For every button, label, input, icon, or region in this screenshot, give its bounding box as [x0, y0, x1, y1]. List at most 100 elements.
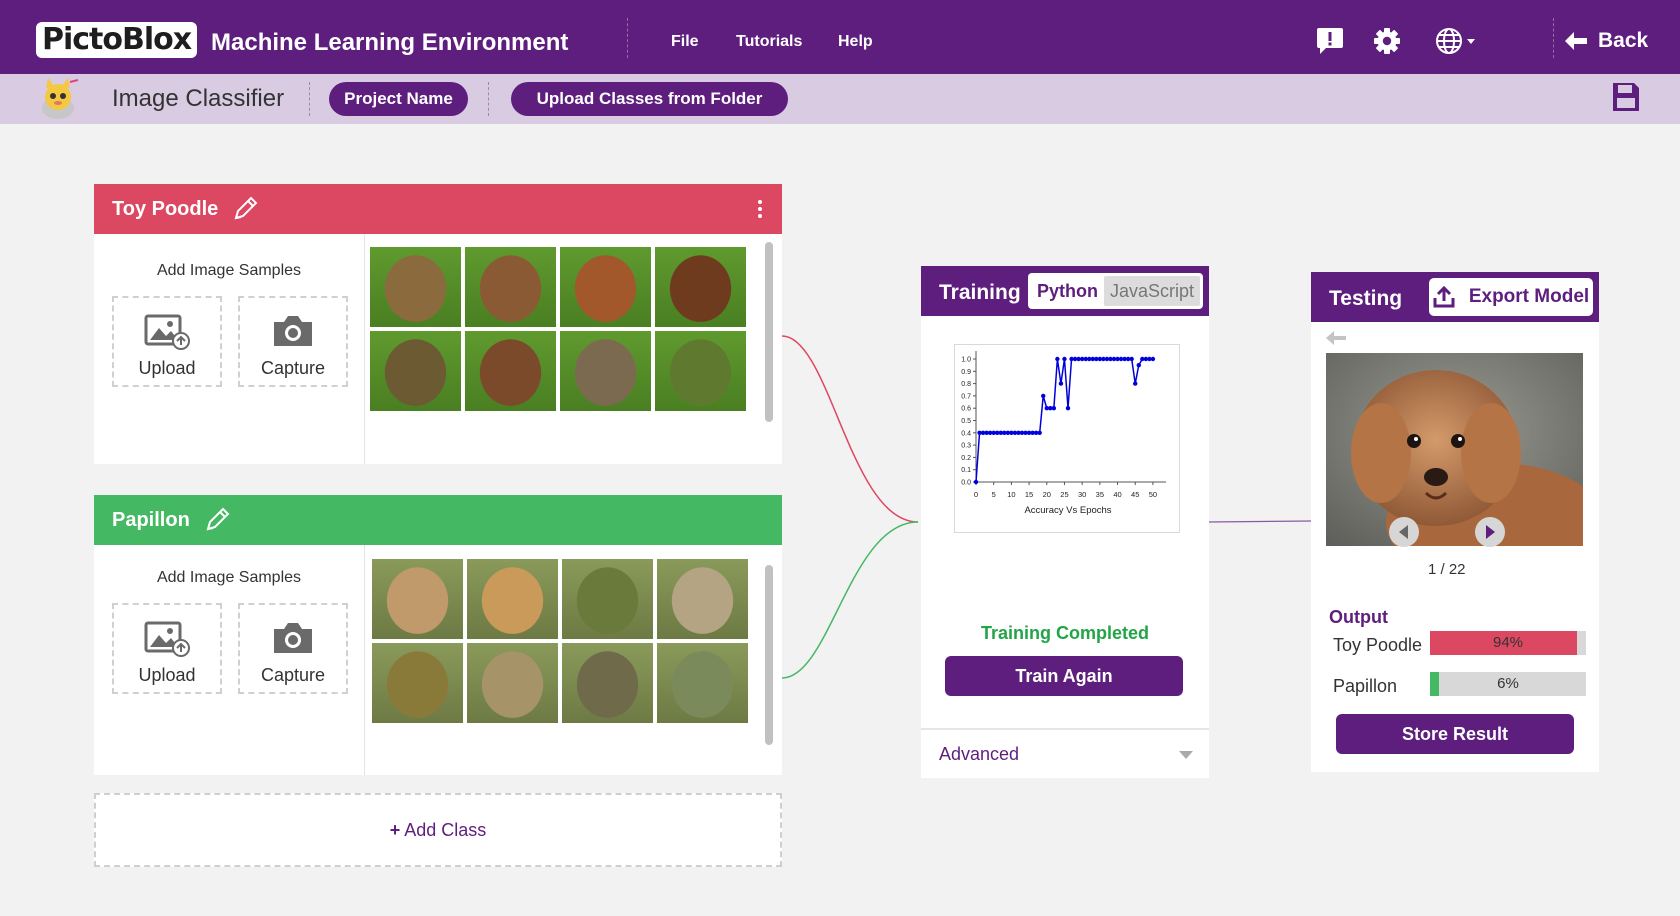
samples-scrollbar[interactable]	[765, 242, 773, 422]
accuracy-point	[1055, 356, 1060, 362]
sample-thumbnail[interactable]	[467, 643, 558, 723]
mascot-icon	[42, 78, 79, 119]
capture-button[interactable]: Capture	[238, 603, 348, 694]
testing-title: Testing	[1329, 287, 1403, 310]
top-bar: PictoBlox Machine Learning Environment F…	[0, 0, 1680, 74]
edit-pencil-icon[interactable]	[204, 507, 230, 533]
accuracy-point	[1129, 356, 1134, 362]
x-tick-label: 0	[974, 490, 978, 499]
x-tick-label: 5	[992, 490, 996, 499]
menu-help[interactable]: Help	[838, 33, 873, 51]
settings-gear-icon[interactable]	[1373, 26, 1401, 56]
sample-thumbnail[interactable]	[560, 247, 651, 327]
project-name-button[interactable]: Project Name	[329, 82, 468, 116]
accuracy-chart: 0.0 0.1 0.2 0.3 0.4 0.5 0.6 0.7 0.8 0.9 1.0 0 5 10 15 2…	[954, 344, 1180, 533]
y-tick-label: 0.2	[961, 455, 971, 462]
export-model-button[interactable]: Export Model	[1429, 278, 1593, 316]
add-samples-label: Add Image Samples	[156, 569, 302, 586]
add-class-button[interactable]: + Add Class	[94, 793, 782, 867]
accuracy-point	[1041, 393, 1046, 399]
result-bar-papillon: 6%	[1430, 672, 1586, 696]
x-tick-label: 40	[1113, 490, 1121, 499]
tab-javascript[interactable]: JavaScript	[1104, 276, 1201, 306]
x-tick-label: 45	[1131, 490, 1139, 499]
x-tick-label: 50	[1149, 490, 1157, 499]
x-tick-label: 30	[1078, 490, 1086, 499]
sample-thumbnails	[370, 247, 746, 411]
chevron-down-icon	[1179, 751, 1193, 759]
upload-label: Upload	[138, 358, 196, 378]
back-arrow-icon[interactable]	[1325, 330, 1347, 346]
training-title: Training	[939, 281, 1021, 304]
edit-pencil-icon[interactable]	[232, 196, 258, 222]
class-header: Toy Poodle	[94, 184, 782, 234]
export-upload-icon	[1433, 286, 1455, 308]
upload-button[interactable]: Upload	[112, 296, 222, 387]
x-tick-label: 25	[1060, 490, 1068, 499]
sample-thumbnail[interactable]	[562, 643, 653, 723]
class-body: Add Image Samples Upload Capture	[94, 545, 782, 775]
feedback-icon[interactable]	[1316, 26, 1344, 56]
sample-thumbnail[interactable]	[657, 643, 748, 723]
y-tick-label: 0.9	[961, 369, 971, 376]
classifier-title: Image Classifier	[112, 85, 285, 112]
capture-label: Capture	[260, 665, 326, 685]
card-separator	[364, 234, 365, 464]
menu-file[interactable]: File	[671, 33, 699, 51]
sample-thumbnail[interactable]	[467, 559, 558, 639]
sample-thumbnail[interactable]	[657, 559, 748, 639]
accuracy-point	[1062, 356, 1067, 362]
sample-thumbnail[interactable]	[655, 247, 746, 327]
accuracy-point	[1150, 356, 1156, 362]
sample-thumbnail[interactable]	[465, 247, 556, 327]
sample-thumbnail[interactable]	[372, 559, 463, 639]
capture-button[interactable]: Capture	[238, 296, 348, 387]
advanced-toggle[interactable]: Advanced	[921, 728, 1209, 778]
class-card-toy-poodle: Toy Poodle Add Image Samples Upload Capt…	[94, 184, 782, 464]
training-panel: Training Python JavaScript 0.0 0.1 0.2 0.3 0…	[921, 266, 1209, 778]
accuracy-point	[1133, 381, 1138, 386]
prev-image-button[interactable]	[1389, 517, 1419, 547]
output-label: Output	[1329, 607, 1388, 627]
save-icon[interactable]	[1612, 82, 1640, 112]
y-tick-label: 0.6	[961, 406, 971, 413]
class-card-papillon: Papillon Add Image Samples Upload Captur…	[94, 495, 782, 775]
more-options-icon[interactable]	[750, 198, 770, 220]
store-result-button[interactable]: Store Result	[1336, 714, 1574, 754]
result-percent: 94%	[1492, 634, 1524, 651]
samples-scrollbar[interactable]	[765, 565, 773, 745]
accuracy-point	[1037, 430, 1042, 435]
y-tick-label: 0.1	[961, 467, 971, 474]
back-button[interactable]: Back	[1564, 29, 1648, 53]
sample-thumbnail[interactable]	[370, 331, 461, 411]
train-again-button[interactable]: Train Again	[945, 656, 1183, 696]
back-arrow-icon	[1565, 32, 1587, 50]
sample-thumbnails	[372, 559, 748, 723]
upload-label: Upload	[138, 665, 196, 685]
x-tick-label: 10	[1007, 490, 1015, 499]
test-image-poodle	[1326, 353, 1583, 546]
connector-toy-poodle	[781, 335, 919, 523]
language-globe-icon[interactable]	[1435, 26, 1479, 56]
sample-thumbnail[interactable]	[372, 643, 463, 723]
next-image-button[interactable]	[1475, 517, 1505, 547]
result-bar-toy-poodle: 94%	[1430, 631, 1586, 655]
connector-testing	[1207, 520, 1313, 523]
class-header: Papillon	[94, 495, 782, 545]
menu-tutorials[interactable]: Tutorials	[736, 33, 802, 51]
prev-triangle-icon	[1399, 525, 1408, 539]
y-tick-label: 0.0	[961, 480, 971, 487]
class-name: Papillon	[112, 508, 190, 531]
accuracy-point	[973, 479, 979, 485]
sample-thumbnail[interactable]	[655, 331, 746, 411]
subbar-divider	[309, 82, 310, 116]
tab-python[interactable]: Python	[1031, 276, 1104, 306]
sample-thumbnail[interactable]	[465, 331, 556, 411]
back-label: Back	[1598, 29, 1649, 52]
upload-button[interactable]: Upload	[112, 603, 222, 694]
sample-thumbnail[interactable]	[562, 559, 653, 639]
plus-icon: +	[389, 820, 401, 840]
sample-thumbnail[interactable]	[560, 331, 651, 411]
upload-classes-button[interactable]: Upload Classes from Folder	[511, 82, 788, 116]
sample-thumbnail[interactable]	[370, 247, 461, 327]
